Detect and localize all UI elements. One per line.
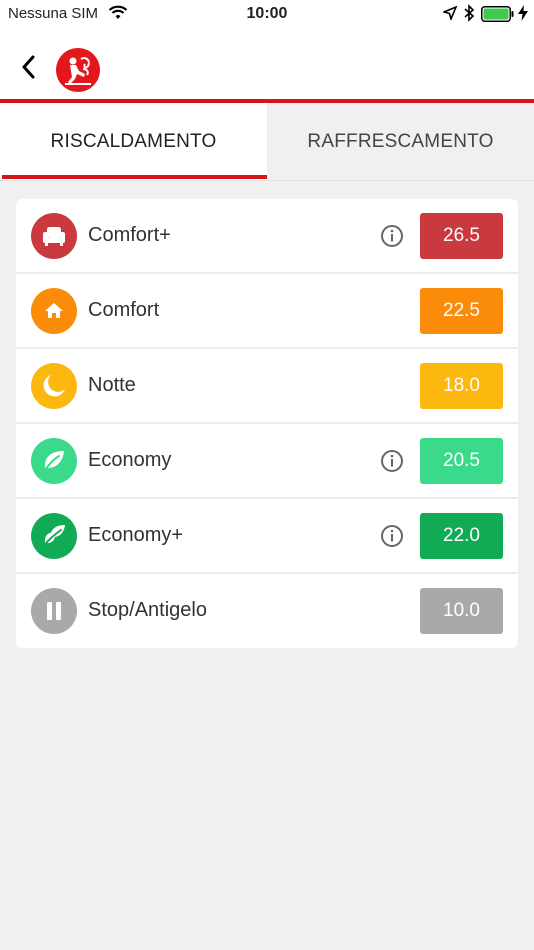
tab-raffrescamento[interactable]: RAFFRESCAMENTO bbox=[267, 103, 534, 181]
mode-row-economy-plus[interactable]: Economy+ 22.0 bbox=[16, 499, 518, 574]
leaf-icon bbox=[31, 438, 77, 484]
tabs-divider bbox=[0, 180, 534, 181]
mode-label: Comfort bbox=[88, 299, 160, 321]
home-icon bbox=[31, 288, 77, 334]
mode-row-economy[interactable]: Economy 20.5 bbox=[16, 424, 518, 499]
navigation-bar bbox=[0, 28, 534, 100]
bluetooth-icon bbox=[463, 4, 475, 26]
temperature-setpoint[interactable]: 22.0 bbox=[420, 513, 503, 559]
info-icon[interactable] bbox=[380, 449, 404, 473]
tab-riscaldamento[interactable]: RISCALDAMENTO bbox=[0, 103, 267, 181]
chevron-left-icon bbox=[22, 55, 35, 79]
tab-label: RAFFRESCAMENTO bbox=[307, 131, 494, 152]
brand-logo-icon bbox=[65, 57, 91, 85]
battery-icon bbox=[481, 6, 515, 26]
status-bar: Nessuna SIM 10:00 bbox=[0, 0, 534, 28]
mode-label: Comfort+ bbox=[88, 224, 171, 246]
mode-row-comfort[interactable]: Comfort 22.5 bbox=[16, 274, 518, 349]
mode-label: Economy+ bbox=[88, 524, 184, 546]
moon-icon bbox=[31, 363, 77, 409]
mode-label: Notte bbox=[88, 374, 136, 396]
temperature-setpoint[interactable]: 20.5 bbox=[420, 438, 503, 484]
mode-label: Stop/Antigelo bbox=[88, 599, 207, 621]
double-leaf-icon bbox=[31, 513, 77, 559]
mode-row-stop-antigelo[interactable]: Stop/Antigelo 10.0 bbox=[16, 574, 518, 648]
mode-label: Economy bbox=[88, 449, 172, 471]
temperature-setpoint[interactable]: 26.5 bbox=[420, 213, 503, 259]
temperature-setpoint[interactable]: 10.0 bbox=[420, 588, 503, 634]
temperature-setpoint[interactable]: 18.0 bbox=[420, 363, 503, 409]
info-icon[interactable] bbox=[380, 224, 404, 248]
back-button[interactable] bbox=[14, 52, 44, 82]
tab-label: RISCALDAMENTO bbox=[50, 131, 217, 152]
armchair-icon bbox=[31, 213, 77, 259]
location-arrow-icon bbox=[441, 5, 458, 24]
charging-bolt-icon bbox=[518, 5, 528, 25]
modes-list: Comfort+ 26.5 Comfort 22.5 Notte 18.0 Ec… bbox=[16, 199, 518, 648]
info-icon[interactable] bbox=[380, 524, 404, 548]
brand-logo bbox=[56, 48, 100, 92]
temperature-setpoint[interactable]: 22.5 bbox=[420, 288, 503, 334]
mode-row-comfort-plus[interactable]: Comfort+ 26.5 bbox=[16, 199, 518, 274]
pause-icon bbox=[31, 588, 77, 634]
mode-row-notte[interactable]: Notte 18.0 bbox=[16, 349, 518, 424]
mode-tabs: RISCALDAMENTO RAFFRESCAMENTO bbox=[0, 103, 534, 181]
